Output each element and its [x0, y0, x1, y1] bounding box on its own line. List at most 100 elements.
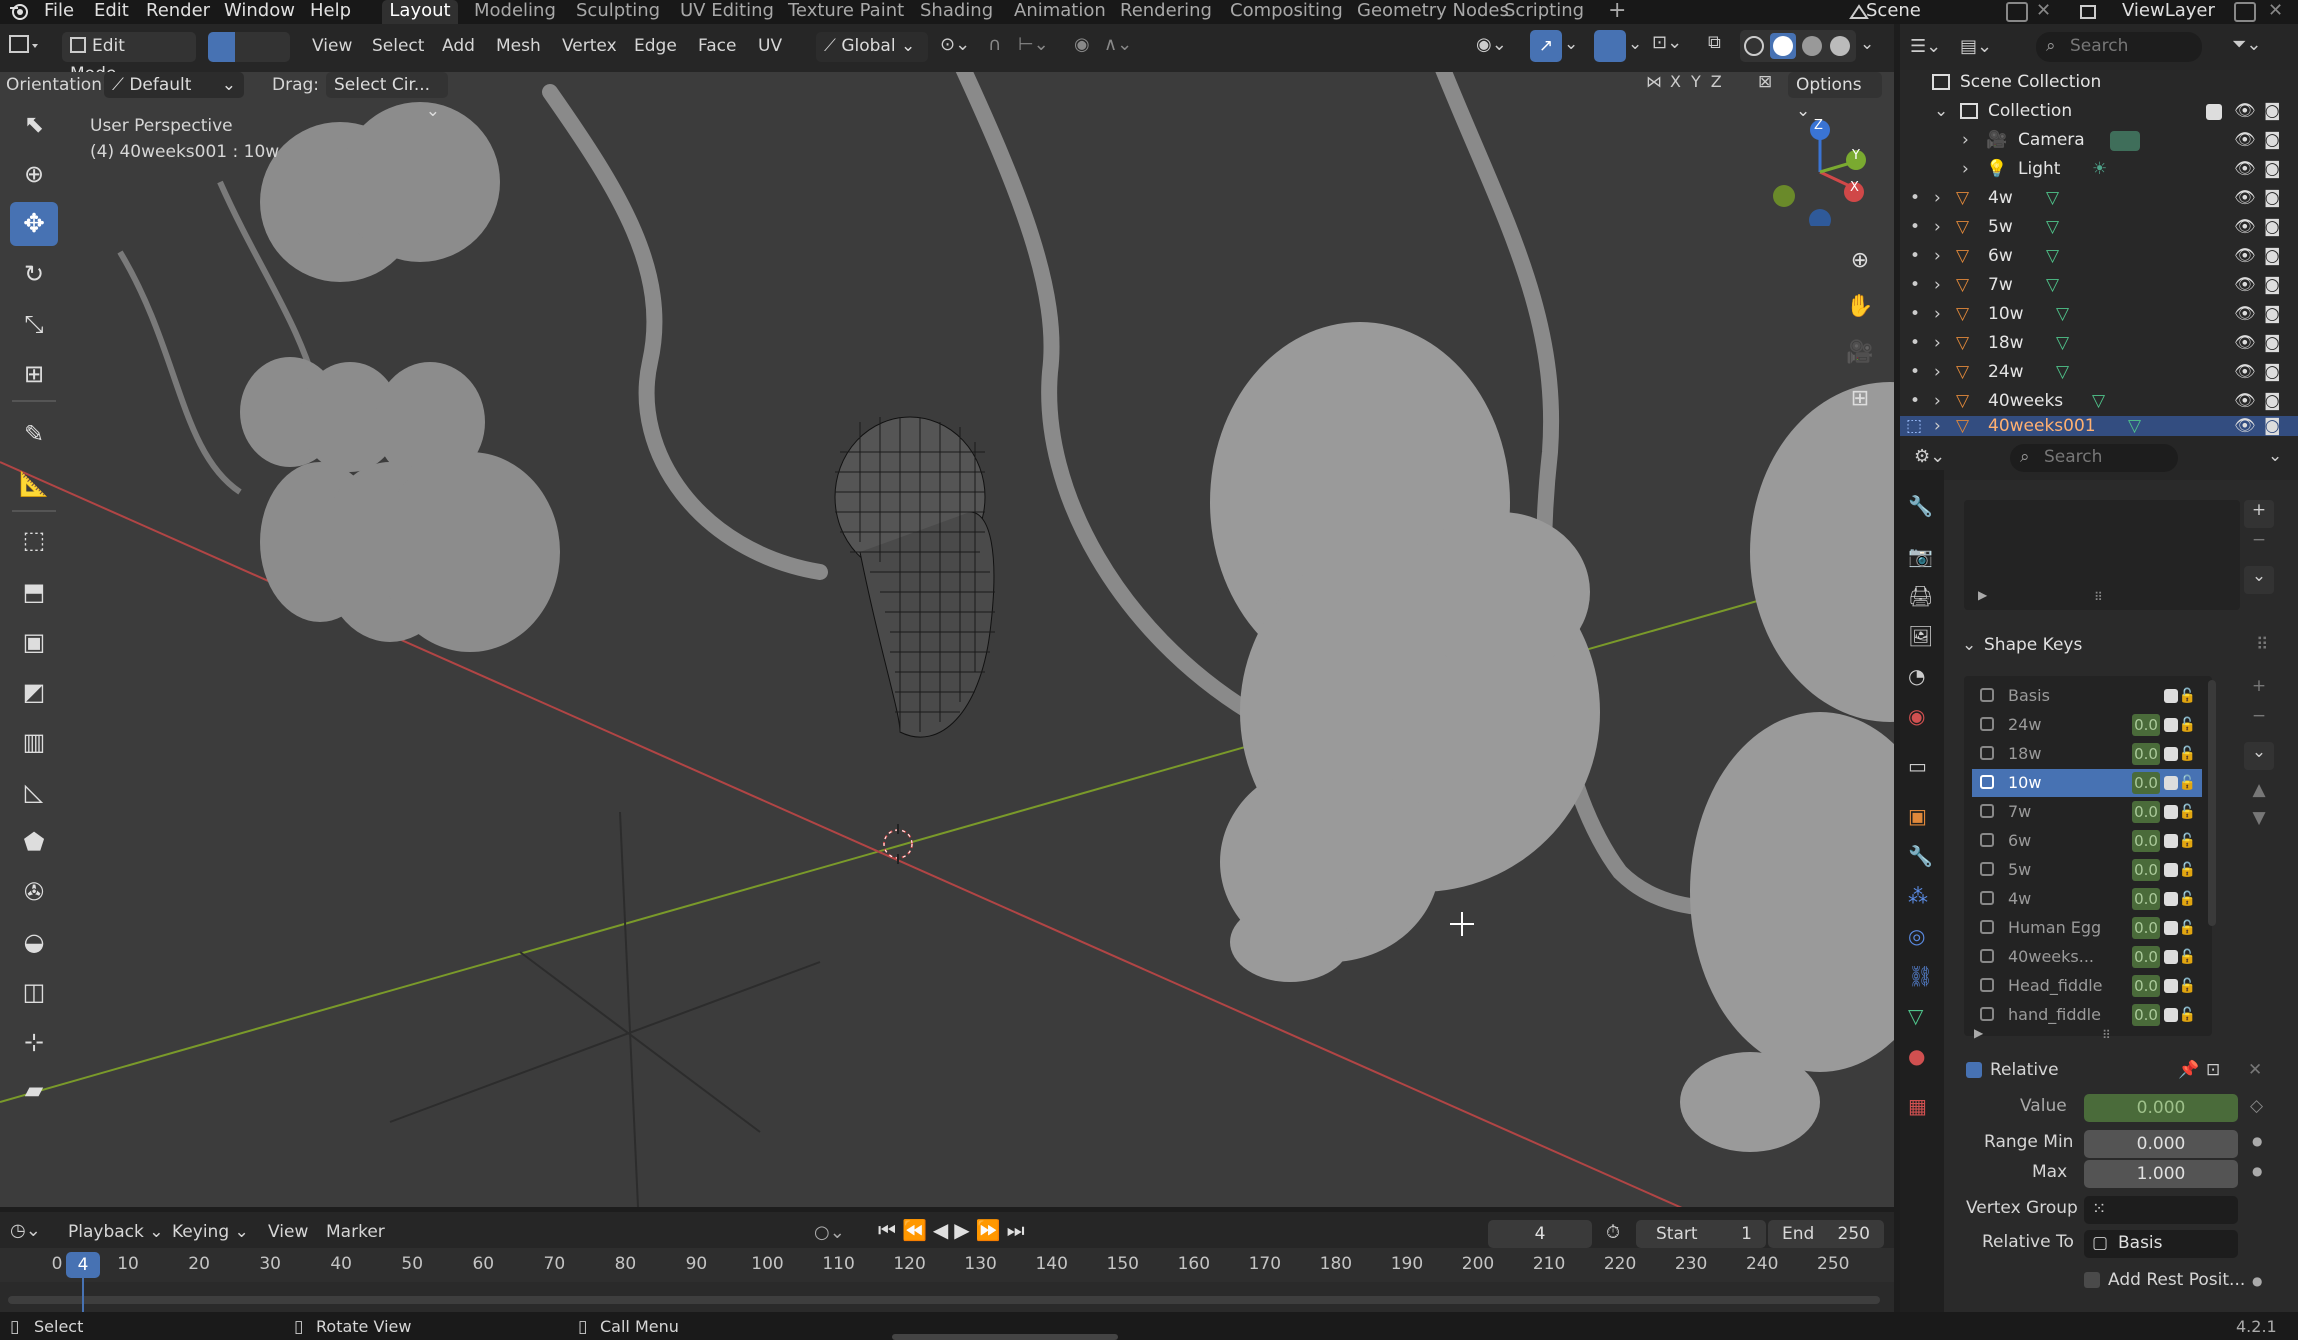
snap-target-icon[interactable]: ⊢⌄ — [1018, 34, 1062, 60]
chevron-right-icon[interactable]: › — [1962, 155, 1969, 184]
mirror-z-toggle[interactable]: Z — [1711, 72, 1722, 91]
eye-icon[interactable]: 👁 — [2234, 184, 2256, 213]
tab-compositing[interactable]: Compositing — [1230, 0, 1343, 24]
next-keyframe-icon[interactable]: ⏩ — [976, 1218, 1007, 1242]
editor-type-icon[interactable]: ⚙⌄ — [1914, 446, 1954, 470]
chevron-right-icon[interactable]: › — [1962, 126, 1969, 155]
shape-key-value[interactable]: 0.0 — [2132, 1004, 2160, 1026]
lock-icon[interactable]: 🔓 — [2179, 740, 2196, 768]
shape-key-row[interactable]: 24w 0.0 🔓 — [1972, 711, 2202, 739]
shape-key-row[interactable]: 6w 0.0 🔓 — [1972, 827, 2202, 855]
eye-icon[interactable]: 👁 — [2234, 242, 2256, 271]
tree-item-18w[interactable]: • › ▽ 18w ▽ 👁 ◙ — [1900, 329, 2298, 358]
editor-type-icon[interactable] — [8, 32, 44, 60]
particles-tab-icon[interactable]: ⁂ — [1908, 884, 1928, 908]
mirror-x-toggle[interactable]: X — [1670, 72, 1681, 91]
shape-key-value[interactable]: 0.0 — [2132, 830, 2160, 852]
extrude-tool[interactable]: ⬒ — [10, 570, 58, 614]
shape-key-row[interactable]: Head_fiddle 0.0 🔓 — [1972, 972, 2202, 1000]
checkbox-checked-icon[interactable] — [2164, 805, 2178, 819]
pan-hand-icon[interactable]: ✋ — [1840, 286, 1880, 326]
tree-item-40weeks[interactable]: • › ▽ 40weeks ▽ 👁 ◙ — [1900, 387, 2298, 416]
collection-tab-icon[interactable]: ▭ — [1908, 754, 1927, 778]
checkbox-checked-icon[interactable] — [2164, 834, 2178, 848]
menu-view[interactable]: View — [312, 36, 352, 56]
options-dropdown[interactable]: Options ⌄ — [1788, 72, 1882, 121]
prev-keyframe-icon[interactable]: ⏪ — [902, 1218, 933, 1242]
output-tab-icon[interactable]: 🖨 — [1908, 584, 1933, 608]
value-slider[interactable]: 0.000 — [2084, 1094, 2238, 1122]
ortho-grid-icon[interactable]: ⊞ — [1840, 378, 1880, 418]
start-frame-field[interactable]: Start 1 — [1636, 1220, 1766, 1248]
remove-vertex-group-button[interactable]: − — [2244, 530, 2274, 558]
relative-to-field[interactable]: ▢ Basis — [2084, 1230, 2238, 1258]
play-icon[interactable]: ▶ — [954, 1218, 975, 1242]
chevron-down-icon[interactable]: ⌄ — [1564, 34, 1584, 60]
eye-icon[interactable]: 👁 — [2234, 213, 2256, 242]
checkbox-checked-icon[interactable] — [2164, 689, 2178, 703]
view-layer-tab-icon[interactable]: 🖼 — [1908, 624, 1933, 648]
chevron-right-icon[interactable]: › — [1934, 271, 1941, 300]
checkbox-checked-icon[interactable] — [2164, 892, 2178, 906]
material-shading-icon[interactable] — [1802, 36, 1822, 56]
shape-keys-scrollbar[interactable] — [2208, 680, 2216, 926]
eye-icon[interactable]: 👁 — [2234, 155, 2256, 184]
jump-start-icon[interactable]: ⏮ — [878, 1218, 902, 1242]
clock-editor-icon[interactable]: ◷⌄ — [10, 1220, 50, 1246]
end-frame-field[interactable]: End 250 — [1768, 1220, 1884, 1248]
tab-geometry-nodes[interactable]: Geometry Nodes — [1357, 0, 1509, 24]
gizmo-toggle-icon[interactable]: ↗ — [1530, 30, 1562, 62]
scene-selector[interactable]: Scene — [1866, 0, 1921, 24]
outliner-search-input[interactable]: ⌕ Search — [2036, 32, 2202, 62]
mode-dropdown[interactable]: Edit Mode⌄ — [62, 32, 196, 84]
mesh-data-icon[interactable]: ▽ — [2092, 387, 2105, 416]
eye-icon[interactable]: 👁 — [2234, 97, 2256, 126]
expand-triangle-icon[interactable]: ▶ — [1978, 588, 1987, 602]
eye-icon[interactable]: 👁 — [2234, 358, 2256, 387]
close-viewlayer-icon[interactable]: ✕ — [2268, 0, 2283, 21]
scene-tab-icon[interactable]: ◔ — [1908, 664, 1925, 688]
chevron-right-icon[interactable]: › — [1934, 358, 1941, 387]
menu-playback[interactable]: Playback ⌄ — [68, 1222, 164, 1242]
chevron-right-icon[interactable]: › — [1934, 184, 1941, 213]
shape-key-row[interactable]: Basis 🔓 — [1972, 682, 2202, 710]
resize-grip-icon[interactable]: ⠿ — [2102, 1028, 2111, 1042]
camera-render-icon[interactable]: ◙ — [2264, 97, 2281, 126]
max-field[interactable]: 1.000 — [2084, 1160, 2238, 1188]
proportional-edit-icon[interactable]: ◉ — [1074, 34, 1100, 60]
loop-cut-tool[interactable]: ▥ — [10, 720, 58, 764]
menu-view[interactable]: View — [268, 1222, 308, 1242]
pin-icon[interactable]: 📌 — [2178, 1060, 2199, 1080]
viewlayer-icon[interactable] — [2078, 1, 2100, 23]
vertex-select-icon[interactable] — [208, 32, 235, 62]
mesh-data-icon[interactable]: ▽ — [2046, 213, 2059, 242]
checkbox-checked-icon[interactable] — [2164, 863, 2178, 877]
shrink-fatten-tool[interactable]: ⊹ — [10, 1020, 58, 1064]
shape-key-row[interactable]: Human Egg 0.0 🔓 — [1972, 914, 2202, 942]
mesh-data-icon[interactable]: ▽ — [2056, 358, 2069, 387]
camera-render-icon[interactable]: ◙ — [2264, 329, 2281, 358]
eye-icon[interactable]: 👁 — [2234, 416, 2256, 436]
chevron-right-icon[interactable]: › — [1934, 242, 1941, 271]
tree-item-6w[interactable]: • › ▽ 6w ▽ 👁 ◙ — [1900, 242, 2298, 271]
close-icon[interactable]: ✕ — [2248, 1060, 2262, 1080]
eye-icon[interactable]: 👁 — [2234, 387, 2256, 416]
properties-search-input[interactable]: ⌕ Search — [2010, 444, 2178, 472]
shape-key-row[interactable]: 5w 0.0 🔓 — [1972, 856, 2202, 884]
mirror-icon[interactable]: ⋈ — [1646, 72, 1662, 91]
knife-tool[interactable]: ◺ — [10, 770, 58, 814]
tree-collection[interactable]: ⌄ Collection 👁 ◙ — [1900, 97, 2298, 126]
select-box-tool[interactable]: ⬉ — [10, 102, 58, 146]
tab-scripting[interactable]: Scripting — [1504, 0, 1584, 24]
tab-rendering[interactable]: Rendering — [1120, 0, 1212, 24]
bevel-tool[interactable]: ◩ — [10, 670, 58, 714]
annotate-tool[interactable]: ✎ — [10, 412, 58, 456]
range-min-field[interactable]: 0.000 — [2084, 1130, 2238, 1158]
measure-tool[interactable]: 📐 — [10, 462, 58, 506]
face-select-icon[interactable] — [263, 32, 290, 62]
checkbox-checked-icon[interactable] — [2164, 950, 2178, 964]
menu-window[interactable]: Window — [224, 0, 295, 24]
vertex-group-menu-button[interactable]: ⌄ — [2244, 566, 2274, 594]
camera-render-icon[interactable]: ◙ — [2264, 300, 2281, 329]
falloff-icon[interactable]: ∧⌄ — [1104, 34, 1138, 60]
